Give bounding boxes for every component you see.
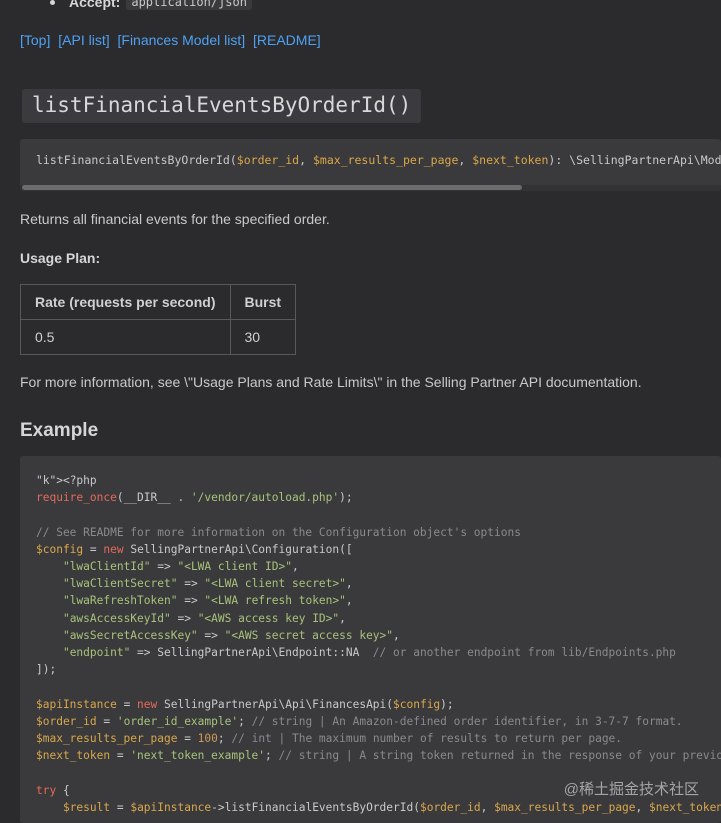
more-info-text: For more information, see \"Usage Plans … — [20, 374, 642, 390]
example-heading: Example — [20, 420, 99, 441]
accept-bullet: Accept: application/json — [50, 0, 252, 10]
nav-top-link[interactable]: [Top] — [20, 32, 50, 48]
nav-api-list-link[interactable]: [API list] — [58, 32, 109, 48]
nav-model-list-link[interactable]: [Finances Model list] — [118, 32, 246, 48]
method-description: Returns all financial events for the spe… — [20, 211, 330, 227]
nav-readme-link[interactable]: [README] — [253, 32, 321, 48]
header-burst: Burst — [229, 284, 297, 320]
signature-text: listFinancialEventsByOrderId($order_id, … — [36, 153, 721, 167]
example-code-block: "k"><?php require_once(__DIR__ . '/vendo… — [20, 456, 721, 823]
table-header-row: Rate (requests per second) Burst — [20, 284, 297, 320]
usage-plan-table: Rate (requests per second) Burst 0.5 30 — [20, 284, 297, 355]
accept-value: application/json — [126, 0, 252, 10]
method-heading: listFinancialEventsByOrderId() — [22, 89, 422, 123]
header-rate: Rate (requests per second) — [20, 284, 231, 320]
scrollbar-thumb[interactable] — [22, 185, 522, 190]
nav-links: [Top] [API list] [Finances Model list] [… — [20, 32, 325, 48]
cell-burst: 30 — [229, 319, 297, 355]
signature-code-block: listFinancialEventsByOrderId($order_id, … — [20, 139, 721, 191]
accept-key: Accept: — [69, 0, 121, 10]
example-code: "k"><?php require_once(__DIR__ . '/vendo… — [36, 474, 721, 814]
bullet-dot — [50, 0, 55, 5]
watermark: @稀土掘金技术社区 — [563, 781, 699, 798]
table-row: 0.5 30 — [20, 319, 297, 355]
usage-plan-label: Usage Plan: — [20, 250, 101, 266]
horizontal-scrollbar[interactable] — [20, 185, 721, 191]
cell-rate: 0.5 — [20, 319, 231, 355]
